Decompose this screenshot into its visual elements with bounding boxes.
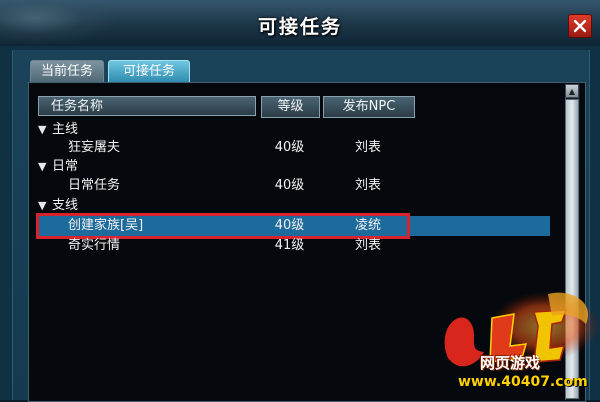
tab-available-quests[interactable]: 可接任务 [108, 60, 190, 83]
quest-name: 奇实行情 [68, 238, 121, 253]
group-main[interactable]: ▼ 主线 [38, 120, 550, 140]
quest-name: 狂妄屠夫 [68, 140, 121, 155]
column-header-npc[interactable]: 发布NPC [323, 96, 415, 118]
window-title: 可接任务 [257, 16, 342, 38]
group-daily[interactable]: ▼ 日常 [38, 157, 550, 177]
quest-npc: 刘表 [354, 140, 381, 155]
watermark-site-name: 网页游戏 [480, 354, 541, 372]
expand-triangle-icon: ▼ [38, 160, 47, 173]
quest-row[interactable]: 日常任务 40级 刘表 [38, 176, 550, 196]
quest-name: 日常任务 [68, 178, 121, 193]
quest-level: 41级 [274, 238, 305, 253]
close-button[interactable] [568, 14, 592, 38]
quest-row[interactable]: 狂妄屠夫 40级 刘表 [38, 138, 550, 158]
quest-npc: 刘表 [354, 238, 381, 253]
expand-triangle-icon: ▼ [38, 199, 47, 212]
arrow-up-icon: ▲ [568, 86, 576, 96]
watermark-url: www.40407.com [458, 374, 588, 390]
group-side[interactable]: ▼ 支线 [38, 196, 550, 216]
column-header-quest-name[interactable]: 任务名称 [38, 96, 256, 116]
expand-triangle-icon: ▼ [38, 123, 47, 136]
column-header-level[interactable]: 等级 [261, 96, 320, 118]
quest-level: 40级 [274, 218, 305, 233]
group-label: 日常 [52, 159, 79, 174]
group-label: 支线 [52, 198, 79, 213]
close-icon [573, 19, 587, 33]
group-label: 主线 [52, 122, 79, 137]
quest-row-selected[interactable]: 创建家族[吴] 40级 凌统 [38, 216, 550, 236]
quest-npc: 凌统 [354, 218, 381, 233]
quest-row[interactable]: 奇实行情 41级 刘表 [38, 236, 550, 256]
quest-level: 40级 [274, 178, 305, 193]
quest-level: 40级 [274, 140, 305, 155]
quest-name: 创建家族[吴] [68, 218, 144, 233]
tab-current-quests[interactable]: 当前任务 [30, 60, 104, 83]
scroll-up-button[interactable]: ▲ [565, 84, 579, 98]
quest-npc: 刘表 [354, 178, 381, 193]
title-bar: 可接任务 [0, 0, 600, 48]
